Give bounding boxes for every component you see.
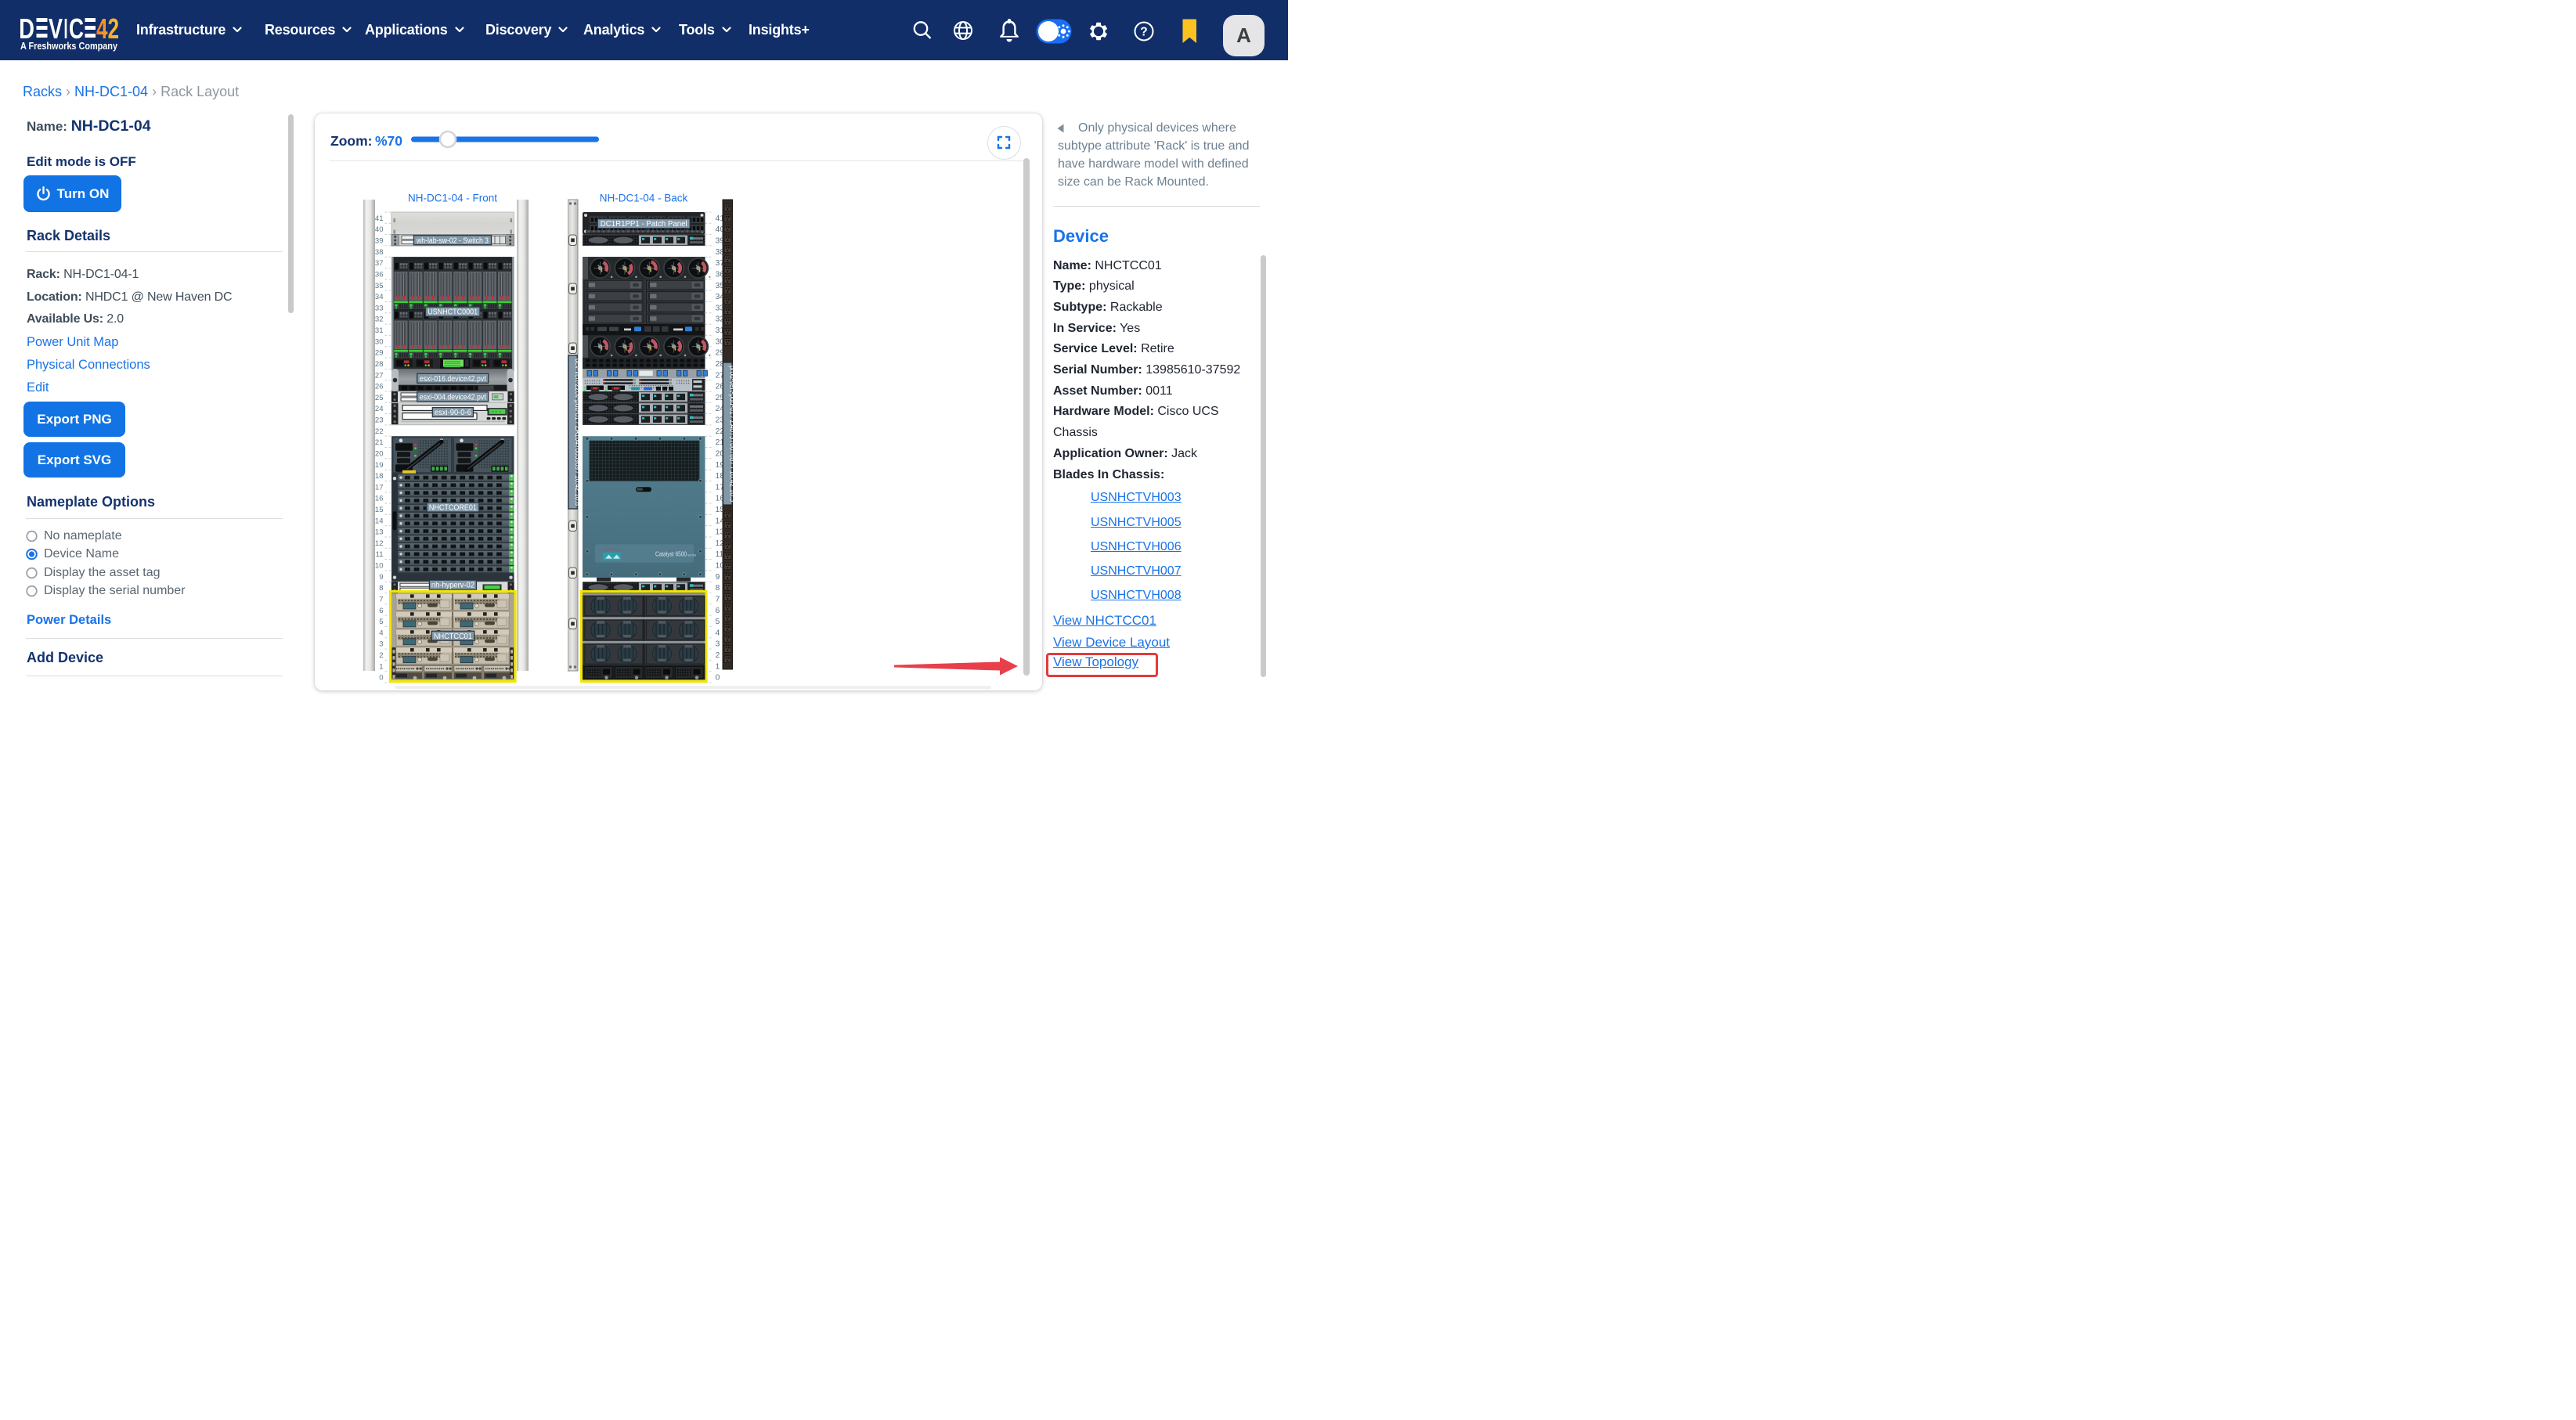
svg-text:1: 1 xyxy=(379,662,383,671)
svg-text:18: 18 xyxy=(375,472,384,481)
svg-text:NHCTCORE01: NHCTCORE01 xyxy=(429,504,477,513)
svg-text:8: 8 xyxy=(379,584,383,593)
svg-text:35: 35 xyxy=(375,282,384,290)
svg-text:dev-vert-220v-pdu-01 / ZA10470: dev-vert-220v-pdu-01 / ZA1047003969 / 10… xyxy=(573,359,582,506)
svg-text:21: 21 xyxy=(375,438,384,447)
svg-text:36: 36 xyxy=(375,270,384,279)
svg-text:9: 9 xyxy=(379,573,383,582)
svg-text:15: 15 xyxy=(375,506,384,514)
svg-text:14: 14 xyxy=(375,517,384,525)
svg-text:38: 38 xyxy=(375,248,384,257)
svg-text:11: 11 xyxy=(376,550,384,559)
svg-text:CISCO SYSTEMS: CISCO SYSTEMS xyxy=(603,549,619,552)
svg-text:30: 30 xyxy=(375,337,384,346)
svg-text:wh-lab-sw-02 - Switch 3: wh-lab-sw-02 - Switch 3 xyxy=(416,236,489,245)
svg-text:3: 3 xyxy=(379,640,383,649)
svg-text:0: 0 xyxy=(716,673,720,683)
svg-text:28: 28 xyxy=(375,360,384,369)
svg-text:7: 7 xyxy=(379,595,383,604)
svg-text:24: 24 xyxy=(375,405,384,413)
svg-text:41: 41 xyxy=(375,214,384,223)
svg-text:?: ? xyxy=(1140,26,1147,39)
svg-text:9: 9 xyxy=(716,572,720,582)
svg-text:17: 17 xyxy=(375,483,384,492)
svg-text:4: 4 xyxy=(379,629,383,637)
svg-text:8: 8 xyxy=(716,583,720,593)
svg-text:6: 6 xyxy=(716,606,720,615)
svg-text:26: 26 xyxy=(375,383,384,391)
svg-text:40: 40 xyxy=(375,225,384,234)
svg-text:13: 13 xyxy=(375,528,384,537)
svg-text:DC1R1PP1 - Patch Panel: DC1R1PP1 - Patch Panel xyxy=(601,220,687,229)
svg-text:nh-hyperv-02: nh-hyperv-02 xyxy=(431,582,474,590)
svg-text:A Freshworks Company: A Freshworks Company xyxy=(20,40,118,52)
svg-text:0: 0 xyxy=(379,674,383,683)
svg-text:NH-DC1-04 - Back: NH-DC1-04 - Back xyxy=(600,193,688,204)
svg-text:esxi-90-0-6: esxi-90-0-6 xyxy=(435,409,471,417)
svg-text:22: 22 xyxy=(375,427,384,436)
svg-text:12: 12 xyxy=(375,539,384,548)
svg-text:32: 32 xyxy=(375,315,384,324)
svg-text:19: 19 xyxy=(375,461,384,470)
svg-text:esxi-004.device42.pvt: esxi-004.device42.pvt xyxy=(420,393,486,402)
svg-text:2: 2 xyxy=(716,651,720,660)
svg-text:31: 31 xyxy=(375,326,384,335)
svg-text:37: 37 xyxy=(375,259,384,268)
svg-text:2: 2 xyxy=(379,651,383,660)
svg-text:3: 3 xyxy=(716,640,720,649)
svg-text:20: 20 xyxy=(375,449,384,458)
svg-text:29: 29 xyxy=(375,349,384,358)
svg-text:5: 5 xyxy=(716,617,720,626)
svg-text:25: 25 xyxy=(375,394,384,402)
svg-text:USNHCTC0001: USNHCTC0001 xyxy=(428,308,478,317)
svg-text:10: 10 xyxy=(375,562,384,571)
svg-text:7: 7 xyxy=(716,594,720,604)
svg-text:esxi-016.device42.pvt: esxi-016.device42.pvt xyxy=(420,375,486,384)
svg-text:23: 23 xyxy=(375,416,384,425)
svg-text:NHCTCC01: NHCTCC01 xyxy=(434,633,472,641)
svg-text:33: 33 xyxy=(375,304,384,312)
svg-text:4: 4 xyxy=(716,628,720,637)
svg-text:39: 39 xyxy=(375,237,384,246)
svg-text:Catalyst 6500: Catalyst 6500 xyxy=(655,551,687,558)
svg-text:34: 34 xyxy=(375,293,384,301)
svg-text:5: 5 xyxy=(379,618,383,626)
svg-text:NH-DC1-04 - Front: NH-DC1-04 - Front xyxy=(408,193,497,204)
svg-text:6: 6 xyxy=(379,607,383,615)
svg-text:series: series xyxy=(687,553,696,557)
svg-text:27: 27 xyxy=(375,371,384,380)
svg-text:prod-vert-pdu-01 / ZA073700768: prod-vert-pdu-01 / ZA0737007687 / 10.42.… xyxy=(728,366,737,502)
svg-text:16: 16 xyxy=(375,495,384,503)
svg-text:1: 1 xyxy=(716,661,720,671)
